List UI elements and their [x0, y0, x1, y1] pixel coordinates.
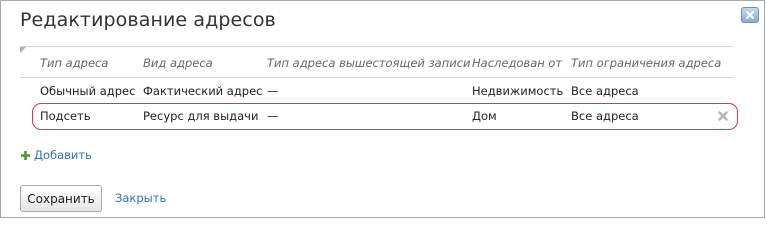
header-parent-address-type[interactable]: Тип адреса вышестоящей записи — [267, 56, 471, 70]
cell-address-type: Обычный адрес — [40, 84, 136, 98]
dialog-title: Редактирование адресов — [20, 9, 276, 31]
header-address-kind[interactable]: Вид адреса — [143, 56, 213, 70]
plus-icon — [21, 150, 30, 160]
close-x-icon — [746, 11, 754, 19]
header-corner-marker — [20, 47, 26, 53]
add-address-link[interactable]: Добавить — [20, 148, 92, 162]
close-link[interactable]: Закрыть — [115, 191, 166, 205]
row-highlight-outline — [32, 103, 738, 130]
header-inherited-from[interactable]: Наследован от — [472, 56, 562, 70]
add-address-label: Добавить — [34, 148, 92, 162]
header-address-type[interactable]: Тип адреса — [40, 56, 108, 70]
cell-address-kind: Фактический адрес — [143, 84, 263, 98]
header-restriction-type[interactable]: Тип ограничения адреса — [571, 56, 721, 70]
cell-restriction-type: Все адреса — [571, 84, 639, 98]
cell-parent-address-type: — — [267, 84, 279, 98]
table-row[interactable]: Обычный адрес Фактический адрес — Недвиж… — [20, 76, 733, 106]
dialog-close-button[interactable] — [741, 7, 759, 23]
save-button[interactable]: Сохранить — [20, 185, 102, 212]
edit-addresses-dialog: Редактирование адресов Тип адреса Вид ад… — [0, 0, 765, 218]
table-header: Тип адреса Вид адреса Тип адреса вышесто… — [20, 46, 733, 78]
cell-inherited-from: Недвижимость — [472, 84, 564, 98]
